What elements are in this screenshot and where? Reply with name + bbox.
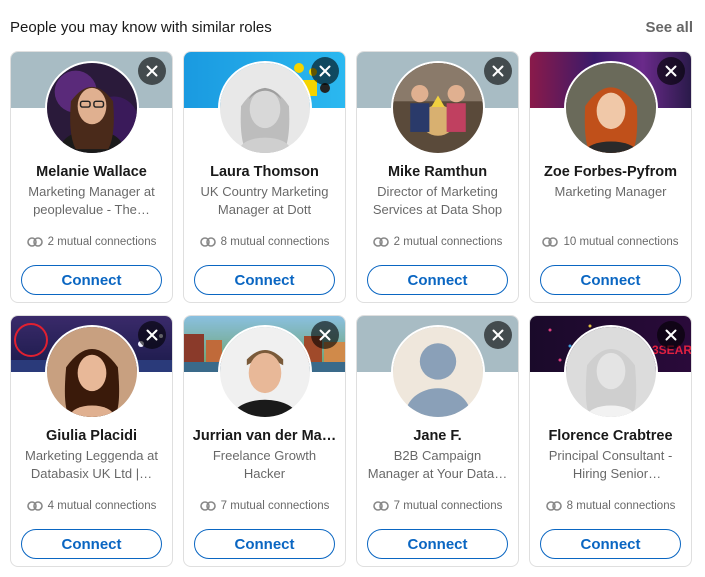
person-headline: Marketing Manager at peoplevalue - The… [28, 184, 155, 217]
close-icon [146, 329, 158, 341]
person-name[interactable]: Giulia Placidi [17, 428, 166, 444]
person-name[interactable]: Melanie Wallace [17, 164, 166, 180]
avatar[interactable] [390, 61, 485, 155]
dismiss-button[interactable] [311, 321, 339, 349]
mutual-connections-text: 10 mutual connections [563, 236, 679, 248]
connect-button[interactable]: Connect [540, 529, 681, 559]
person-headline: Freelance Growth Hacker [212, 448, 317, 481]
mutual-connections[interactable]: 2 mutual connections [357, 236, 518, 248]
person-headline: Marketing Manager [554, 184, 667, 199]
connect-button[interactable]: Connect [21, 265, 162, 295]
close-icon [665, 65, 677, 77]
connect-button[interactable]: Connect [194, 265, 335, 295]
dismiss-button[interactable] [311, 57, 339, 85]
mutual-connections-icon [26, 237, 43, 247]
mutual-connections[interactable]: 2 mutual connections [11, 236, 172, 248]
connect-button[interactable]: Connect [367, 529, 508, 559]
mutual-connections-text: 8 mutual connections [566, 500, 676, 512]
avatar[interactable] [217, 325, 312, 419]
close-icon [146, 65, 158, 77]
dismiss-button[interactable] [657, 321, 685, 349]
close-icon [665, 329, 677, 341]
person-headline: B2B Campaign Manager at Your Data… [367, 448, 508, 481]
person-name[interactable]: Laura Thomson [190, 164, 339, 180]
mutual-connections-icon [372, 501, 389, 511]
section-header: People you may know with similar roles S… [10, 15, 693, 39]
close-icon [492, 65, 504, 77]
person-card[interactable]: Giulia Placidi Marketing Leggenda at Dat… [10, 315, 173, 567]
connect-button[interactable]: Connect [194, 529, 335, 559]
close-icon [319, 329, 331, 341]
mutual-connections-text: 7 mutual connections [220, 500, 330, 512]
mutual-connections-text: 2 mutual connections [47, 236, 157, 248]
person-card[interactable]: Zoe Forbes-Pyfrom Marketing Manager 10 m… [529, 51, 692, 303]
mutual-connections-icon [372, 237, 389, 247]
dismiss-button[interactable] [138, 321, 166, 349]
connect-button[interactable]: Connect [540, 265, 681, 295]
mutual-connections[interactable]: 8 mutual connections [530, 500, 691, 512]
person-headline: Director of Marketing Services at Data S… [372, 184, 503, 217]
mutual-connections-icon [199, 237, 216, 247]
person-name[interactable]: Florence Crabtree [536, 428, 685, 444]
person-card[interactable]: Laura Thomson UK Country Marketing Manag… [183, 51, 346, 303]
person-card[interactable]: 3SEAR Florence Crabtree Principal Consul… [529, 315, 692, 567]
mutual-connections-icon [545, 501, 562, 511]
person-headline: UK Country Marketing Manager at Dott [200, 184, 329, 217]
mutual-connections[interactable]: 8 mutual connections [184, 236, 345, 248]
see-all-link[interactable]: See all [645, 19, 693, 36]
person-card[interactable]: Jane F. B2B Campaign Manager at Your Dat… [356, 315, 519, 567]
person-name[interactable]: Jane F. [363, 428, 512, 444]
mutual-connections[interactable]: 10 mutual connections [530, 236, 691, 248]
dismiss-button[interactable] [657, 57, 685, 85]
avatar[interactable] [44, 61, 139, 155]
mutual-connections[interactable]: 7 mutual connections [357, 500, 518, 512]
mutual-connections[interactable]: 4 mutual connections [11, 500, 172, 512]
close-icon [492, 329, 504, 341]
avatar[interactable] [563, 61, 658, 155]
person-name[interactable]: Zoe Forbes-Pyfrom [536, 164, 685, 180]
close-icon [319, 65, 331, 77]
person-card[interactable]: Jurrian van der Ma… Freelance Growth Hac… [183, 315, 346, 567]
person-card[interactable]: Melanie Wallace Marketing Manager at peo… [10, 51, 173, 303]
connect-button[interactable]: Connect [21, 529, 162, 559]
person-name[interactable]: Jurrian van der Ma… [190, 428, 339, 444]
connect-button[interactable]: Connect [367, 265, 508, 295]
people-grid: Melanie Wallace Marketing Manager at peo… [10, 51, 692, 567]
mutual-connections-text: 4 mutual connections [47, 500, 157, 512]
dismiss-button[interactable] [138, 57, 166, 85]
mutual-connections-text: 2 mutual connections [393, 236, 503, 248]
person-headline: Marketing Leggenda at Databasix UK Ltd |… [25, 448, 158, 481]
mutual-connections-icon [26, 501, 43, 511]
avatar[interactable] [390, 325, 485, 419]
avatar[interactable] [217, 61, 312, 155]
avatar[interactable] [563, 325, 658, 419]
dismiss-button[interactable] [484, 57, 512, 85]
person-headline: Principal Consultant - Hiring Senior Mar… [548, 448, 673, 481]
default-avatar-icon [392, 327, 483, 417]
dismiss-button[interactable] [484, 321, 512, 349]
person-name[interactable]: Mike Ramthun [363, 164, 512, 180]
mutual-connections-icon [542, 237, 559, 247]
avatar[interactable] [44, 325, 139, 419]
mutual-connections-text: 7 mutual connections [393, 500, 503, 512]
person-card[interactable]: Mike Ramthun Director of Marketing Servi… [356, 51, 519, 303]
mutual-connections[interactable]: 7 mutual connections [184, 500, 345, 512]
section-title: People you may know with similar roles [10, 18, 272, 36]
mutual-connections-icon [199, 501, 216, 511]
mutual-connections-text: 8 mutual connections [220, 236, 330, 248]
